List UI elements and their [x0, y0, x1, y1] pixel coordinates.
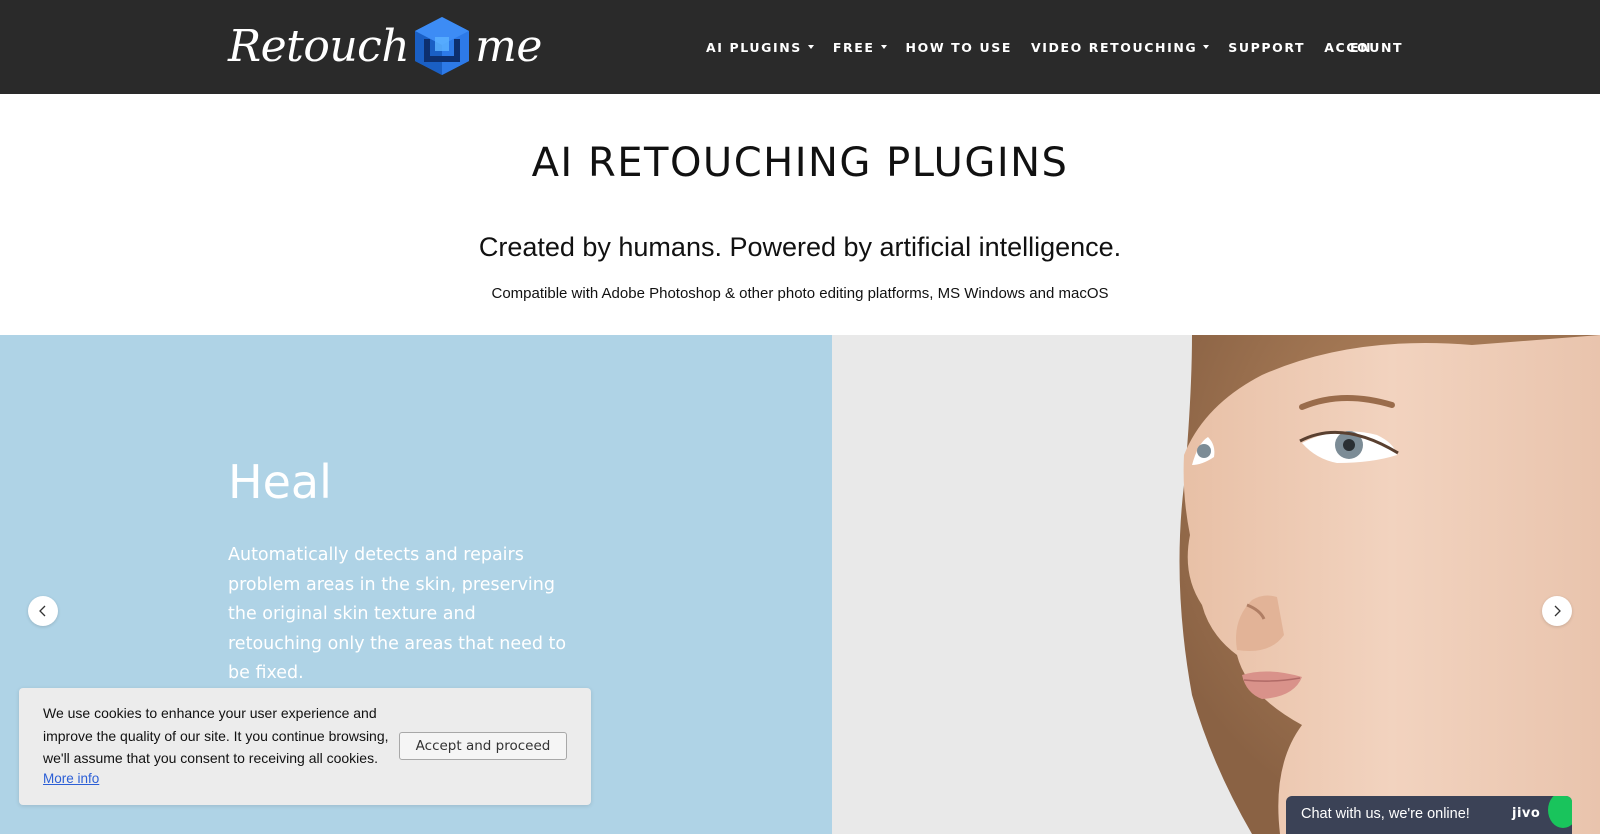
compatibility-note: Compatible with Adobe Photoshop & other …	[491, 285, 1109, 302]
caret-down-icon	[1203, 45, 1210, 49]
nav-item-support[interactable]: SUPPORT	[1228, 40, 1305, 55]
cookie-more-info-link[interactable]: More info	[43, 771, 99, 786]
chat-widget-label: Chat with us, we're online!	[1301, 806, 1470, 822]
jivo-logo: jivo	[1512, 806, 1541, 821]
chevron-left-icon	[39, 605, 46, 617]
nav-item-free[interactable]: FREE	[833, 40, 887, 55]
caret-down-icon	[880, 45, 887, 49]
slider-prev-button[interactable]	[28, 596, 58, 626]
caret-down-icon	[807, 45, 814, 49]
page-title: AI RETOUCHING PLUGINS	[531, 140, 1069, 186]
chevron-right-icon	[1554, 605, 1561, 617]
nav-item-ai-plugins[interactable]: AI PLUGINS	[706, 40, 814, 55]
cookie-message: We use cookies to enhance your user expe…	[43, 705, 389, 766]
nav-item-label: AI PLUGINS	[706, 39, 802, 55]
site-logo[interactable]: Retouch me	[228, 14, 542, 78]
slider-next-button[interactable]	[1542, 596, 1572, 626]
portrait-illustration	[832, 335, 1600, 834]
top-navigation-bar: Retouch me AI PLUGINS FREE HOW TO USE VI…	[0, 0, 1600, 94]
cookie-consent-banner: We use cookies to enhance your user expe…	[19, 688, 591, 805]
chat-widget[interactable]: Chat with us, we're online! jivo	[1286, 796, 1572, 834]
hero-tagline: Created by humans. Powered by artificial…	[478, 232, 1122, 262]
nav-item-label: HOW TO USE	[905, 39, 1012, 55]
accept-cookies-button[interactable]: Accept and proceed	[399, 732, 567, 760]
portrait-image	[832, 335, 1600, 834]
nav-item-how-to-use[interactable]: HOW TO USE	[906, 40, 1012, 55]
nav-item-label: VIDEO RETOUCHING	[1030, 39, 1198, 55]
slide-heading: Heal	[228, 455, 332, 509]
language-selector[interactable]: EN	[1350, 0, 1372, 94]
cube-logo-icon	[415, 17, 470, 75]
slide-description: Automatically detects and repairs proble…	[228, 545, 567, 683]
nav-item-label: FREE	[832, 39, 875, 55]
logo-text-retouch: Retouch	[228, 20, 410, 72]
nav-item-video-retouching[interactable]: VIDEO RETOUCHING	[1030, 39, 1210, 55]
nav-item-label: SUPPORT	[1228, 39, 1306, 55]
online-status-icon	[1548, 796, 1572, 828]
main-nav: AI PLUGINS FREE HOW TO USE VIDEO RETOUCH…	[706, 0, 1422, 94]
logo-text-me: me	[475, 20, 542, 72]
